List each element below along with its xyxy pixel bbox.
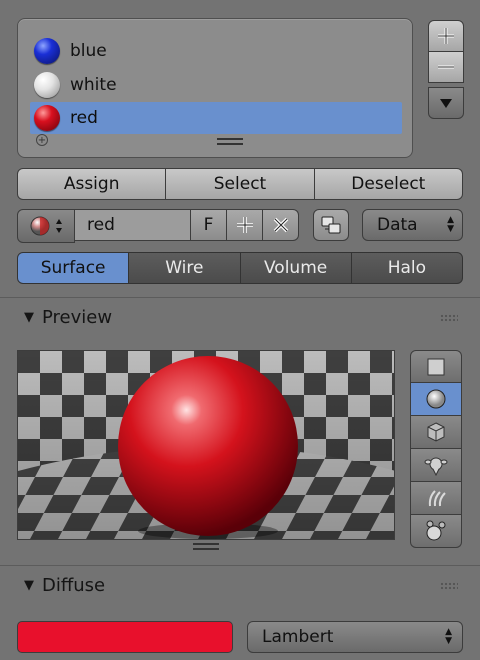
diffuse-panel-header[interactable]: ▼ Diffuse: [24, 571, 105, 599]
preview-panel-title: Preview: [42, 306, 113, 328]
tab-surface[interactable]: Surface: [17, 252, 130, 284]
monkey-icon: [424, 457, 448, 476]
material-datablock-row: red F: [17, 209, 307, 243]
panel-drag-grip-icon[interactable]: [440, 314, 458, 322]
up-down-arrows-icon: ▲ ▼: [445, 627, 452, 646]
preview-cube-button[interactable]: [410, 416, 462, 449]
link-data-dropdown[interactable]: Data ▲ ▼: [362, 209, 463, 241]
link-data-label: Data: [377, 215, 418, 235]
minus-icon: [438, 65, 454, 69]
fake-user-button[interactable]: F: [191, 209, 227, 241]
preview-hair-button[interactable]: [410, 482, 462, 515]
white-material-ball-icon: [34, 72, 60, 98]
plane-icon: [427, 358, 445, 375]
slot-specials-button[interactable]: [428, 87, 464, 119]
remove-slot-button[interactable]: [428, 52, 464, 83]
assign-button[interactable]: Assign: [17, 168, 167, 200]
material-sphere-icon: [30, 216, 50, 236]
slot-label: white: [70, 75, 117, 95]
slot-item-red[interactable]: red: [30, 102, 402, 134]
deselect-button[interactable]: Deselect: [314, 168, 463, 200]
list-filter-toggle-icon[interactable]: +: [36, 134, 48, 146]
preview-monkey-button[interactable]: [410, 449, 462, 482]
preview-image: [18, 351, 394, 539]
panel-divider: [0, 565, 480, 566]
diffuse-panel-title: Diffuse: [42, 574, 106, 596]
plus-icon: [236, 217, 253, 233]
preview-shape-buttons: [410, 350, 462, 548]
tab-halo[interactable]: Halo: [351, 252, 463, 284]
blue-material-ball-icon: [34, 38, 60, 64]
material-name-field[interactable]: red: [75, 209, 191, 241]
red-material-ball-icon: [34, 105, 60, 131]
assign-button-row: Assign Select Deselect: [17, 168, 463, 200]
select-button[interactable]: Select: [166, 168, 315, 200]
hair-strands-icon: [428, 490, 446, 507]
slot-label: blue: [70, 41, 107, 61]
link-node-icon: [321, 216, 341, 234]
material-slot-list[interactable]: blue white red: [17, 18, 413, 158]
tab-wire[interactable]: Wire: [129, 252, 241, 284]
panel-drag-grip-icon[interactable]: [440, 582, 458, 590]
slot-label: red: [70, 108, 98, 128]
material-type-tabs: Surface Wire Volume Halo: [17, 252, 463, 284]
preview-sphere-button[interactable]: [410, 383, 462, 416]
cube-icon: [427, 422, 445, 442]
diffuse-shader-label: Lambert: [262, 627, 334, 647]
unlink-material-button[interactable]: [263, 209, 299, 241]
preview-panel-header[interactable]: ▼ Preview: [24, 303, 112, 331]
list-resize-grip[interactable]: [217, 138, 243, 146]
material-preview-render: [17, 350, 395, 540]
panel-divider: [0, 297, 480, 298]
triangle-down-icon: [440, 99, 452, 108]
up-down-arrows-icon: ▲ ▼: [447, 215, 454, 234]
diffuse-color-swatch[interactable]: [17, 621, 233, 653]
preview-resize-grip[interactable]: [193, 543, 219, 551]
preview-sky-sphere-button[interactable]: [410, 515, 462, 548]
add-slot-button[interactable]: [428, 20, 464, 52]
up-down-arrows-icon: [56, 219, 62, 233]
sphere-sky-icon: [426, 520, 446, 541]
slot-item-white[interactable]: white: [30, 69, 402, 101]
triangle-down-icon: ▼: [24, 309, 34, 325]
sphere-icon: [426, 389, 446, 409]
tab-volume[interactable]: Volume: [240, 252, 352, 284]
close-icon: [273, 217, 288, 233]
diffuse-shader-dropdown[interactable]: Lambert ▲ ▼: [247, 621, 463, 653]
material-link-button[interactable]: [313, 209, 349, 241]
preview-flat-button[interactable]: [410, 350, 462, 383]
plus-icon: [438, 28, 454, 44]
slot-item-blue[interactable]: blue: [30, 35, 402, 67]
new-material-button[interactable]: [227, 209, 263, 241]
triangle-down-icon: ▼: [24, 577, 34, 593]
slot-side-buttons: [428, 20, 464, 119]
browse-material-button[interactable]: [17, 209, 75, 243]
